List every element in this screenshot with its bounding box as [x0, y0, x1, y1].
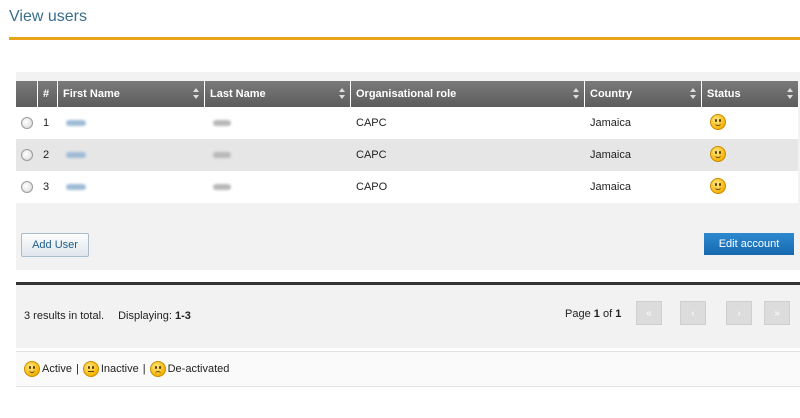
redacted-last-name [213, 120, 231, 126]
row-radio[interactable] [21, 149, 33, 161]
total-pages: 1 [615, 308, 622, 320]
add-user-button[interactable]: Add User [21, 233, 89, 257]
displaying-range: 1-3 [174, 310, 191, 322]
select-cell[interactable] [16, 181, 38, 193]
active-smiley-icon [24, 361, 40, 377]
table-row[interactable]: 2 CAPC Jamaica [16, 139, 798, 171]
deactivated-smiley-icon [149, 361, 166, 377]
row-radio[interactable] [21, 181, 33, 193]
role-cell: CAPO [356, 181, 388, 193]
redacted-first-name[interactable] [66, 152, 86, 158]
first-page-button[interactable]: « [636, 301, 662, 325]
sort-icon[interactable] [193, 87, 199, 101]
last-page-button[interactable]: » [764, 301, 790, 325]
sort-icon[interactable] [787, 87, 793, 101]
status-legend: Active | Inactive | De-activated [24, 361, 229, 377]
legend-separator: | [75, 363, 79, 375]
page-indicator: Page 1 of 1 [565, 308, 621, 320]
row-number: 1 [43, 117, 50, 129]
header-first-name[interactable]: First Name [58, 81, 205, 107]
current-page: 1 [593, 308, 600, 320]
first-name-cell[interactable] [58, 181, 205, 193]
active-smiley-icon [710, 113, 726, 130]
header-number[interactable]: # [38, 81, 58, 107]
title-divider [9, 37, 800, 40]
inactive-smiley-icon [82, 361, 99, 377]
last-name-cell [205, 117, 351, 129]
status-cell [702, 145, 798, 165]
edit-account-button[interactable]: Edit account [704, 233, 794, 255]
sort-icon[interactable] [690, 87, 696, 101]
header-status[interactable]: Status [702, 81, 798, 107]
redacted-first-name[interactable] [66, 120, 86, 126]
role-cell: CAPC [356, 117, 387, 129]
select-cell[interactable] [16, 117, 38, 129]
header-organisational-role[interactable]: Organisational role [351, 81, 585, 107]
country-cell: Jamaica [590, 181, 631, 193]
header-country[interactable]: Country [585, 81, 702, 107]
status-cell [702, 177, 798, 197]
results-total: 3 results in total. [24, 310, 105, 322]
users-table: # First Name Last Name Organisational ro… [16, 81, 798, 203]
row-number: 2 [43, 149, 50, 161]
displaying-label: Displaying: [118, 310, 172, 322]
results-summary: 3 results in total. Displaying: 1-3 [24, 310, 191, 322]
redacted-first-name[interactable] [66, 184, 86, 190]
of-label: of [602, 308, 613, 320]
legend-deactivated: De-activated [167, 363, 230, 375]
row-number: 3 [43, 181, 50, 193]
first-name-cell[interactable] [58, 117, 205, 129]
last-name-cell [205, 149, 351, 161]
legend-inactive: Inactive [100, 363, 139, 375]
previous-page-button[interactable]: ‹ [680, 301, 706, 325]
legend-active: Active [42, 363, 72, 375]
active-smiley-icon [710, 177, 726, 194]
page-label: Page [565, 308, 591, 320]
redacted-last-name [213, 184, 231, 190]
country-cell: Jamaica [590, 117, 631, 129]
first-name-cell[interactable] [58, 149, 205, 161]
sort-icon[interactable] [339, 87, 345, 101]
table-row[interactable]: 1 CAPC Jamaica [16, 107, 798, 139]
country-cell: Jamaica [590, 149, 631, 161]
header-select [16, 81, 38, 107]
page-title: View users [9, 8, 87, 25]
status-cell [702, 113, 798, 133]
row-radio[interactable] [21, 117, 33, 129]
sort-icon[interactable] [573, 87, 579, 101]
next-page-button[interactable]: › [726, 301, 752, 325]
header-last-name[interactable]: Last Name [205, 81, 351, 107]
table-header: # First Name Last Name Organisational ro… [16, 81, 798, 107]
table-row[interactable]: 3 CAPO Jamaica [16, 171, 798, 203]
role-cell: CAPC [356, 149, 387, 161]
legend-separator: | [142, 363, 146, 375]
active-smiley-icon [710, 145, 726, 162]
last-name-cell [205, 181, 351, 193]
redacted-last-name [213, 152, 231, 158]
select-cell[interactable] [16, 149, 38, 161]
